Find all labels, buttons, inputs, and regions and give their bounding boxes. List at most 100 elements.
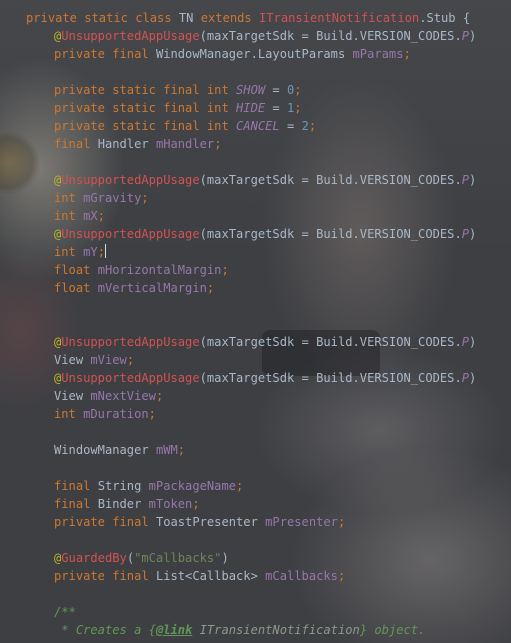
code-token: mNextView — [90, 389, 156, 403]
code-token: Binder — [97, 497, 149, 511]
code-token: ; — [126, 353, 135, 367]
code-token: SHOW — [236, 83, 266, 97]
code-line[interactable] — [26, 315, 476, 333]
code-line[interactable]: final Binder mToken; — [26, 495, 476, 513]
code-token: "mCallbacks" — [134, 551, 222, 565]
code-token: UnsupportedAppUsage — [61, 335, 200, 349]
code-line[interactable]: int mDuration; — [26, 405, 476, 423]
code-line[interactable]: int mY; — [26, 243, 476, 261]
code-line[interactable] — [26, 423, 476, 441]
code-line[interactable]: /** — [26, 603, 476, 621]
code-token: P — [461, 335, 470, 349]
code-token: View — [54, 353, 91, 367]
code-token: mCallbacks — [265, 569, 338, 583]
code-line[interactable]: View mView; — [26, 351, 476, 369]
code-token: * Creates a { — [54, 623, 156, 637]
code-token: ; — [221, 263, 229, 277]
code-line[interactable] — [26, 63, 476, 81]
code-token: private static final int — [54, 83, 237, 97]
code-token: final — [54, 479, 98, 493]
code-token: @link — [155, 623, 193, 637]
code-token: float — [54, 263, 98, 277]
code-line[interactable]: float mVerticalMargin; — [26, 279, 476, 297]
code-token: ; — [97, 245, 105, 259]
code-token: = — [265, 83, 287, 97]
code-token: mHandler — [155, 137, 215, 151]
code-line[interactable] — [26, 585, 476, 603]
code-line[interactable]: * Creates a {@link ITransientNotificatio… — [26, 621, 476, 639]
code-token: .Stub { — [419, 11, 471, 25]
code-line[interactable]: @UnsupportedAppUsage(maxTargetSdk = Buil… — [26, 171, 476, 189]
code-token: GuardedBy — [61, 551, 127, 565]
code-token: ) — [469, 227, 477, 241]
code-token: UnsupportedAppUsage — [61, 227, 200, 241]
code-token: mPresenter — [265, 515, 338, 529]
code-line[interactable]: @UnsupportedAppUsage(maxTargetSdk = Buil… — [26, 27, 476, 45]
code-line[interactable]: WindowManager mWM; — [26, 441, 476, 459]
code-token: private final — [54, 515, 156, 529]
code-token: ; — [294, 83, 302, 97]
code-token: int — [54, 191, 84, 205]
code-line[interactable] — [26, 531, 476, 549]
code-line[interactable]: private static final int SHOW = 0; — [26, 81, 476, 99]
code-line[interactable]: @UnsupportedAppUsage(maxTargetSdk = Buil… — [26, 369, 476, 387]
code-token: ) — [469, 371, 477, 385]
code-token: ) — [469, 173, 477, 187]
code-line[interactable]: float mHorizontalMargin; — [26, 261, 476, 279]
text-caret — [104, 244, 106, 258]
code-token: HIDE — [236, 101, 266, 115]
code-token: ) — [469, 29, 477, 43]
code-token: float — [54, 281, 98, 295]
code-token: UnsupportedAppUsage — [61, 173, 200, 187]
code-line[interactable]: private static final int HIDE = 1; — [26, 99, 476, 117]
code-token: TN — [178, 11, 201, 25]
code-token: private final — [54, 47, 156, 61]
code-token: ; — [206, 281, 215, 295]
code-editor[interactable]: private static class TN extends ITransie… — [0, 0, 511, 643]
code-token: mGravity — [83, 191, 142, 205]
code-token: int — [54, 407, 84, 421]
code-token: mX — [83, 209, 98, 223]
code-line[interactable]: private static final int CANCEL = 2; — [26, 117, 476, 135]
code-token: ) — [469, 335, 477, 349]
code-token: = — [265, 101, 287, 115]
code-token: (maxTargetSdk = Build.VERSION_CODES. — [199, 29, 462, 43]
code-line[interactable] — [26, 153, 476, 171]
code-line[interactable]: private final WindowManager.LayoutParams… — [26, 45, 476, 63]
code-line[interactable]: int mGravity; — [26, 189, 476, 207]
code-token: P — [461, 227, 470, 241]
code-token: List<Callback> — [155, 569, 266, 583]
code-token: mDuration — [83, 407, 149, 421]
code-token: ; — [236, 479, 244, 493]
code-line[interactable]: View mNextView; — [26, 387, 476, 405]
code-token: (maxTargetSdk = Build.VERSION_CODES. — [199, 173, 462, 187]
code-line[interactable]: private final ToastPresenter mPresenter; — [26, 513, 476, 531]
code-token: ITransientNotification — [259, 11, 420, 25]
code-line[interactable]: @UnsupportedAppUsage(maxTargetSdk = Buil… — [26, 225, 476, 243]
code-token: ; — [148, 407, 156, 421]
code-line[interactable]: final String mPackageName; — [26, 477, 476, 495]
code-line[interactable] — [26, 459, 476, 477]
code-token: ; — [214, 137, 222, 151]
code-line[interactable]: @GuardedBy("mCallbacks") — [26, 549, 476, 567]
code-area[interactable]: private static class TN extends ITransie… — [26, 9, 476, 639]
code-token: ; — [403, 47, 411, 61]
code-line[interactable]: final Handler mHandler; — [26, 135, 476, 153]
code-token: ; — [141, 191, 149, 205]
code-token: mVerticalMargin — [97, 281, 207, 295]
code-token: /** — [54, 605, 76, 619]
code-token: mView — [90, 353, 127, 367]
code-token: ; — [337, 515, 346, 529]
code-token: mHorizontalMargin — [97, 263, 222, 277]
code-line[interactable] — [26, 297, 476, 315]
code-token: (maxTargetSdk = Build.VERSION_CODES. — [199, 227, 462, 241]
code-line[interactable]: private static class TN extends ITransie… — [26, 9, 476, 27]
code-line[interactable]: int mX; — [26, 207, 476, 225]
code-line[interactable]: private final List<Callback> mCallbacks; — [26, 567, 476, 585]
code-token: ; — [177, 443, 186, 457]
code-token: mToken — [148, 497, 193, 511]
code-token: UnsupportedAppUsage — [61, 29, 200, 43]
code-line[interactable]: @UnsupportedAppUsage(maxTargetSdk = Buil… — [26, 333, 476, 351]
code-token: P — [461, 173, 470, 187]
code-token: UnsupportedAppUsage — [61, 371, 200, 385]
